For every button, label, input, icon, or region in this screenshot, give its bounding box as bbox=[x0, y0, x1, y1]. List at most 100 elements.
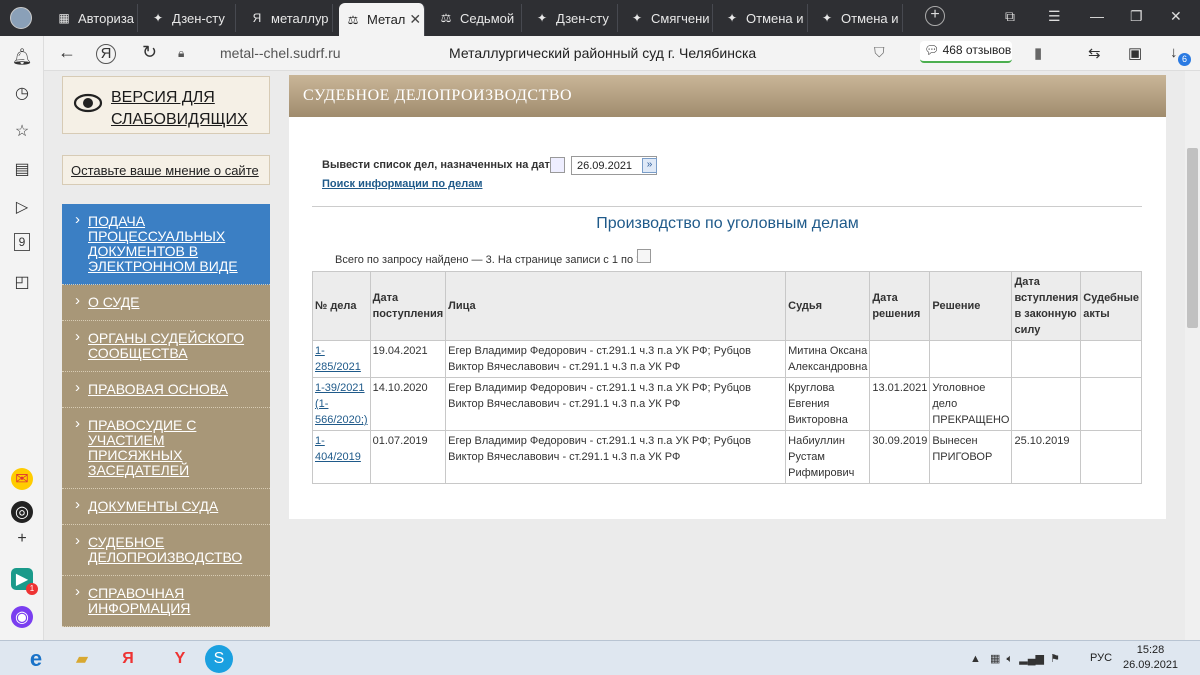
cell-persons: Егер Владимир Федорович - ст.291.1 ч.3 п… bbox=[445, 340, 787, 378]
cell-case: 1-285/2021 bbox=[312, 340, 371, 378]
menu-item-4[interactable]: ПРАВОВАЯ ОСНОВА bbox=[62, 372, 270, 408]
language-indicator[interactable]: РУС bbox=[1090, 652, 1112, 664]
visually-impaired-box[interactable]: ВЕРСИЯ ДЛЯ СЛАБОВИДЯЩИХ bbox=[62, 76, 270, 134]
cell-case: 1-39/2021 (1-566/2020;) bbox=[312, 377, 371, 431]
tab-7[interactable]: ✦ Смягчени bbox=[623, 4, 713, 32]
cell-case: 1-404/2019 bbox=[312, 430, 371, 484]
divider bbox=[312, 206, 1142, 207]
file-explorer-icon[interactable]: ▰ bbox=[62, 644, 102, 674]
dzen-icon: ✦ bbox=[726, 11, 738, 25]
tab-1[interactable]: ▦ Авториза bbox=[50, 4, 138, 32]
cell-decision-date: 13.01.2021 bbox=[869, 377, 931, 431]
cell-judge: Митина Оксана Александровна bbox=[785, 340, 871, 378]
taskbar: e ▰ Я Y S ▲ ▦ 🔈︎ ▂▄▆ ⚑ РУС 15:28 26.09.2… bbox=[0, 640, 1200, 675]
tab-3[interactable]: Яметаллур bbox=[243, 4, 333, 32]
history-icon[interactable]: ◷ bbox=[11, 82, 33, 104]
tabs-menu-icon[interactable]: ⧉ bbox=[1005, 8, 1015, 25]
tab-label: Отмена и bbox=[841, 10, 899, 26]
main-menu: ПОДАЧА ПРОЦЕССУАЛЬНЫХ ДОКУМЕНТОВ В ЭЛЕКТ… bbox=[62, 204, 270, 627]
tab-5[interactable]: ⚖ Седьмой bbox=[432, 4, 522, 32]
alice-app-icon[interactable]: ◎ bbox=[11, 501, 33, 523]
column-header: Судья bbox=[785, 271, 871, 341]
yandex-browser-icon[interactable]: Y bbox=[160, 644, 200, 674]
clock[interactable]: 15:28 26.09.2021 bbox=[1123, 643, 1178, 673]
menu-item-5[interactable]: ПРАВОСУДИЕ С УЧАСТИЕМ ПРИСЯЖНЫХ ЗАСЕДАТЕ… bbox=[62, 408, 270, 489]
yandex-icon: Я bbox=[252, 11, 262, 25]
found-count: Всего по запросу найдено — 3. На страниц… bbox=[335, 254, 646, 266]
tab-9[interactable]: ✦ Отмена и bbox=[813, 4, 903, 32]
tab-label: металлур bbox=[271, 10, 329, 26]
cell-judge: Круглова Евгения Викторовна bbox=[785, 377, 871, 431]
yandex-home-icon[interactable]: Я bbox=[96, 44, 116, 64]
yandex-alice-icon[interactable]: ◉ bbox=[11, 606, 33, 628]
back-icon[interactable]: ← bbox=[58, 42, 76, 63]
url-field[interactable]: metal--chel.sudrf.ru bbox=[220, 41, 390, 65]
scrollbar-thumb[interactable] bbox=[1187, 148, 1198, 328]
skype-icon[interactable]: S bbox=[205, 645, 233, 673]
court-icon: ⚖ bbox=[440, 11, 452, 25]
close-window-button[interactable]: ✕ bbox=[1170, 8, 1182, 25]
lock-icon[interactable]: 🔒︎ bbox=[178, 46, 184, 61]
cell-persons: Егер Владимир Федорович - ст.291.1 ч.3 п… bbox=[445, 430, 787, 484]
cell-decision: Уголовное дело ПРЕКРАЩЕНО bbox=[929, 377, 1013, 431]
bell-icon[interactable]: 🔔︎ bbox=[11, 46, 33, 68]
visually-impaired-link[interactable]: ВЕРСИЯ ДЛЯ СЛАБОВИДЯЩИХ bbox=[111, 87, 248, 131]
column-header: Решение bbox=[929, 271, 1013, 341]
tab-label: Дзен-сту bbox=[172, 10, 225, 26]
tab-2[interactable]: ✦ Дзен-сту bbox=[144, 4, 236, 32]
menu-item-2[interactable]: О СУДЕ bbox=[62, 285, 270, 321]
cell-effective bbox=[1011, 340, 1082, 378]
yandex-app-icon[interactable]: Я bbox=[108, 644, 148, 674]
downloads-icon[interactable]: ↓ bbox=[1170, 44, 1178, 61]
menu-item-8[interactable]: СПРАВОЧНАЯ ИНФОРМАЦИЯ bbox=[62, 576, 270, 627]
reviews-button[interactable]: 💬︎ 468 отзывов bbox=[920, 41, 1012, 63]
counter-icon[interactable]: 9 bbox=[14, 233, 30, 251]
minimize-button[interactable]: — bbox=[1090, 8, 1104, 24]
cell-received: 19.04.2021 bbox=[369, 340, 447, 378]
menu-item-3[interactable]: ОРГАНЫ СУДЕЙСКОГО СООБЩЕСТВА bbox=[62, 321, 270, 372]
tab-8[interactable]: ✦ Отмена и bbox=[718, 4, 808, 32]
go-icon[interactable]: » bbox=[642, 158, 657, 173]
close-tab-icon[interactable]: ✕ bbox=[409, 11, 421, 28]
calendar-icon[interactable] bbox=[550, 157, 565, 173]
court-icon: ⚖ bbox=[347, 12, 359, 27]
case-number-link[interactable]: 1-39/2021 (1-566/2020;) bbox=[315, 382, 368, 426]
cell-persons: Егер Владимир Федорович - ст.291.1 ч.3 п… bbox=[445, 377, 787, 431]
browser-menu-icon[interactable]: ☰ bbox=[1048, 8, 1061, 25]
menu-item-6[interactable]: ДОКУМЕНТЫ СУДА bbox=[62, 489, 270, 525]
cell-decision-date: 30.09.2019 bbox=[869, 430, 931, 484]
opinion-link[interactable]: Оставьте ваше мнение о сайте bbox=[62, 155, 270, 185]
play-icon[interactable]: ▷ bbox=[11, 196, 33, 218]
bookmark-icon[interactable]: ▮ bbox=[1034, 44, 1042, 62]
star-icon[interactable]: ☆ bbox=[11, 120, 33, 142]
page-title: Металлургический районный суд г. Челябин… bbox=[449, 45, 757, 61]
mail-app-icon[interactable]: ✉ bbox=[11, 468, 33, 490]
search-info-link[interactable]: Поиск информации по делам bbox=[322, 178, 482, 190]
protect-icon[interactable]: ⛉ bbox=[874, 44, 885, 61]
menu-item-7[interactable]: СУДЕБНОЕ ДЕЛОПРОИЗВОДСТВО bbox=[62, 525, 270, 576]
column-header: Лица bbox=[445, 271, 787, 341]
case-number-link[interactable]: 1-285/2021 bbox=[315, 345, 361, 373]
table-row: 1-285/2021 19.04.2021 Егер Владимир Федоро… bbox=[312, 340, 1142, 378]
tray-icons[interactable]: ▲ ▦ 🔈︎ ▂▄▆ ⚑ bbox=[970, 652, 1060, 666]
reload-icon[interactable]: ↻ bbox=[142, 42, 157, 63]
new-tab-button[interactable]: + bbox=[925, 6, 945, 26]
cell-acts bbox=[1080, 377, 1142, 431]
tab-label: Метал bbox=[367, 12, 406, 27]
translate-icon[interactable]: ⇆ bbox=[1088, 44, 1101, 62]
ie-icon[interactable]: e bbox=[16, 644, 56, 674]
content-header: СУДЕБНОЕ ДЕЛОПРОИЗВОДСТВО bbox=[289, 75, 1166, 117]
collections-icon[interactable]: ▤ bbox=[11, 158, 33, 180]
column-header: Дата вступления в законную силу bbox=[1011, 271, 1082, 341]
profile-avatar[interactable] bbox=[10, 7, 32, 29]
add-app-icon[interactable]: + bbox=[11, 528, 33, 550]
screenshot-icon[interactable]: ◰ bbox=[11, 271, 33, 293]
extension-icon[interactable]: ▣ bbox=[1128, 44, 1142, 62]
maximize-button[interactable]: ❐ bbox=[1130, 8, 1143, 25]
tab-6[interactable]: ✦ Дзен-сту bbox=[528, 4, 618, 32]
case-number-link[interactable]: 1-404/2019 bbox=[315, 435, 361, 463]
tab-4[interactable]: ⚖ Метал ✕ bbox=[339, 3, 425, 36]
cell-acts bbox=[1080, 430, 1142, 484]
print-icon[interactable] bbox=[637, 249, 651, 263]
menu-item-1[interactable]: ПОДАЧА ПРОЦЕССУАЛЬНЫХ ДОКУМЕНТОВ В ЭЛЕКТ… bbox=[62, 204, 270, 285]
